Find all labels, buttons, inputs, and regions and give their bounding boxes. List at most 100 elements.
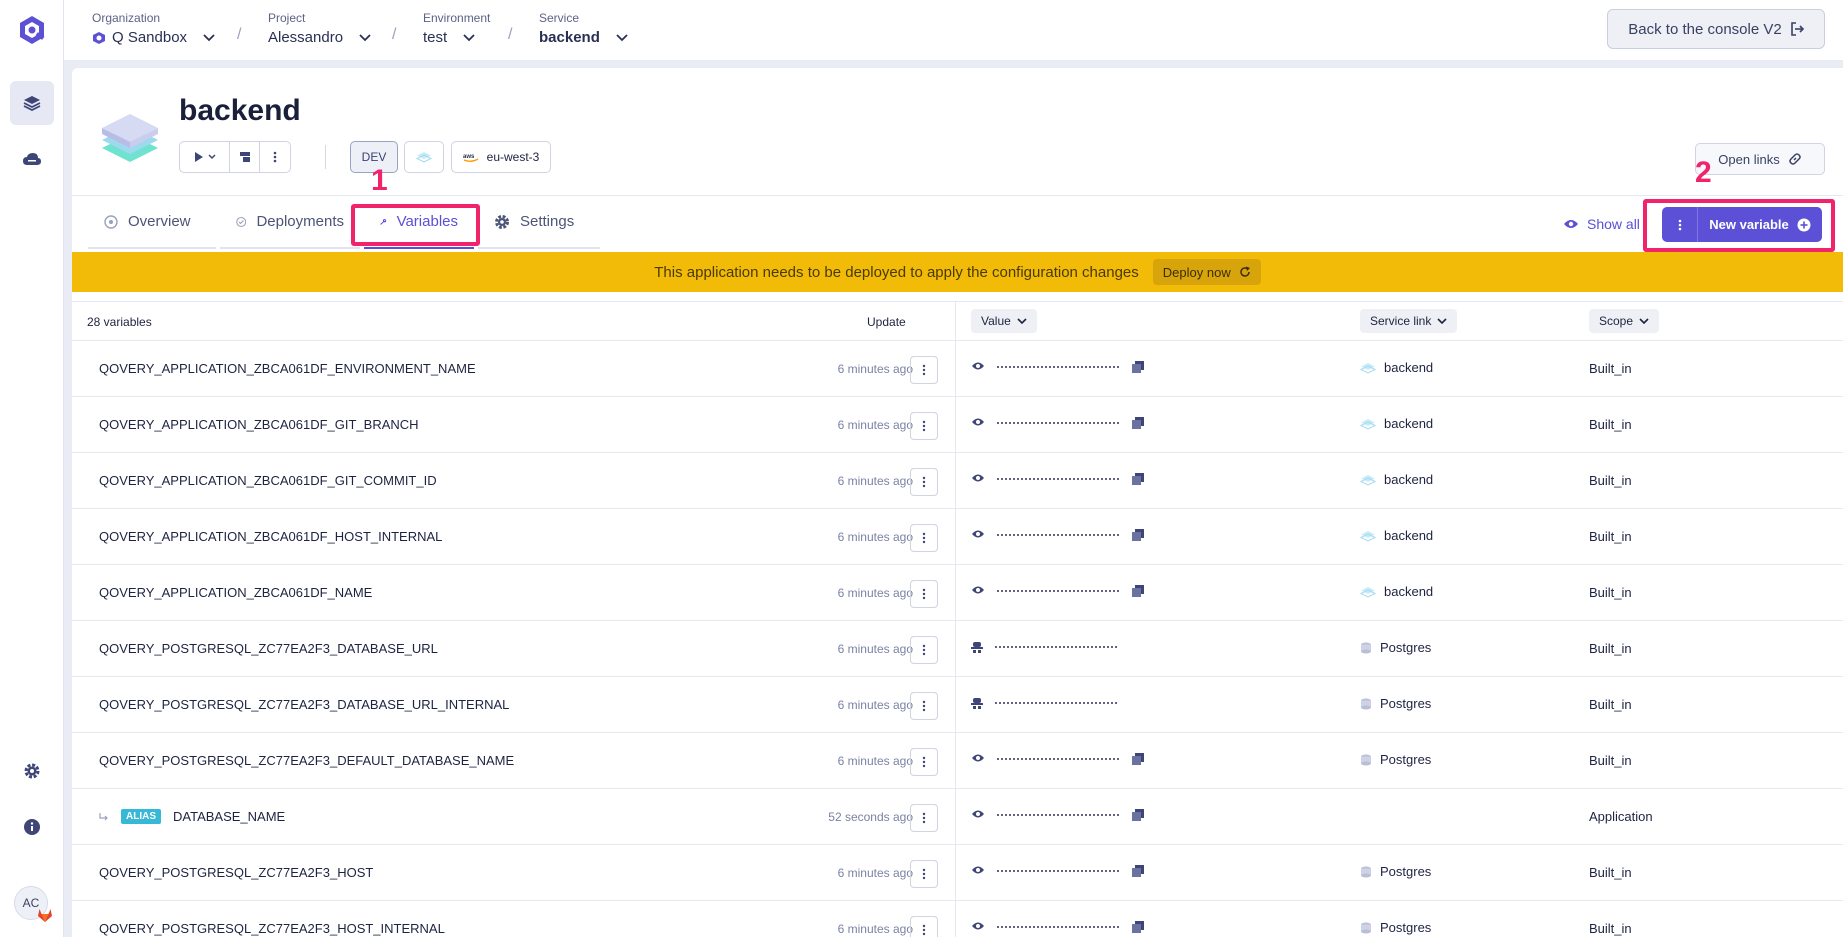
deploy-button[interactable]: [180, 142, 230, 172]
masked-value: [996, 814, 1121, 816]
copy-icon[interactable]: [1132, 361, 1144, 373]
row-menu-button[interactable]: [910, 804, 938, 832]
plus-circle-icon: [1797, 218, 1811, 231]
copy-icon[interactable]: [1132, 753, 1144, 765]
new-variable-button[interactable]: New variable: [1698, 207, 1822, 242]
table-row[interactable]: QOVERY_POSTGRESQL_ZC77EA2F3_DEFAULT_DATA…: [72, 733, 1843, 789]
service-link[interactable]: Postgres: [1360, 640, 1431, 655]
breadcrumb-value: test: [423, 29, 448, 46]
masked-value: [996, 758, 1121, 760]
service-link[interactable]: Postgres: [1360, 696, 1431, 711]
eye-icon[interactable]: [971, 809, 985, 819]
environment-mode-label: DEV: [361, 150, 387, 164]
copy-icon[interactable]: [1132, 809, 1144, 821]
new-variable-menu-button[interactable]: [1662, 207, 1698, 242]
service-link[interactable]: backend: [1360, 472, 1433, 487]
copy-icon[interactable]: [1132, 529, 1144, 541]
row-menu-button[interactable]: [910, 356, 938, 384]
row-menu-button[interactable]: [910, 748, 938, 776]
chevron-down-icon: [463, 33, 475, 41]
copy-icon[interactable]: [1132, 865, 1144, 877]
sidebar-item-clusters[interactable]: [10, 137, 54, 181]
avatar[interactable]: AC: [14, 886, 52, 922]
back-to-console-button[interactable]: Back to the console V2: [1607, 9, 1825, 49]
row-menu-button[interactable]: [910, 524, 938, 552]
breadcrumb-environment[interactable]: Environment test: [423, 11, 490, 46]
breadcrumb-organization[interactable]: Organization Q Sandbox: [92, 11, 215, 46]
service-link[interactable]: backend: [1360, 416, 1433, 431]
logs-button[interactable]: [230, 142, 260, 172]
copy-icon[interactable]: [1132, 585, 1144, 597]
masked-value: [994, 646, 1119, 648]
eye-icon[interactable]: [971, 865, 985, 875]
row-menu-button[interactable]: [910, 412, 938, 440]
service-link[interactable]: backend: [1360, 584, 1433, 599]
qovery-logo-icon[interactable]: [16, 14, 48, 46]
more-actions-button[interactable]: [260, 142, 290, 172]
row-menu-button[interactable]: [910, 636, 938, 664]
more-vertical-icon: [922, 532, 926, 544]
column-header-service-link[interactable]: Service link: [1360, 309, 1458, 333]
service-link[interactable]: Postgres: [1360, 864, 1431, 879]
row-menu-button[interactable]: [910, 692, 938, 720]
table-row[interactable]: ALIAS DATABASE_NAME 52 seconds ago Appli…: [72, 789, 1843, 845]
eye-icon[interactable]: [971, 529, 985, 539]
breadcrumb-label: Service: [539, 11, 580, 25]
eye-icon[interactable]: [971, 921, 985, 931]
deploy-now-label: Deploy now: [1162, 264, 1231, 280]
service-link[interactable]: Postgres: [1360, 920, 1431, 935]
row-menu-button[interactable]: [910, 468, 938, 496]
updated-time: 6 minutes ago: [837, 586, 913, 600]
service-link[interactable]: backend: [1360, 528, 1433, 543]
table-row[interactable]: QOVERY_APPLICATION_ZBCA061DF_ENVIRONMENT…: [72, 341, 1843, 397]
table-row[interactable]: QOVERY_POSTGRESQL_ZC77EA2F3_DATABASE_URL…: [72, 621, 1843, 677]
more-vertical-icon: [922, 924, 926, 936]
row-menu-button[interactable]: [910, 916, 938, 937]
table-row[interactable]: QOVERY_POSTGRESQL_ZC77EA2F3_HOST 6 minut…: [72, 845, 1843, 901]
column-header-value[interactable]: Value: [971, 309, 1037, 333]
service-link[interactable]: Postgres: [1360, 752, 1431, 767]
copy-icon[interactable]: [1132, 417, 1144, 429]
column-header-scope[interactable]: Scope: [1589, 309, 1660, 333]
eye-icon[interactable]: [971, 417, 985, 427]
eye-icon[interactable]: [971, 473, 985, 483]
cloud-icon: [23, 153, 41, 165]
table-row[interactable]: QOVERY_APPLICATION_ZBCA061DF_GIT_COMMIT_…: [72, 453, 1843, 509]
breadcrumb-label: Environment: [423, 11, 491, 25]
service-name: Postgres: [1380, 696, 1432, 711]
updated-time: 6 minutes ago: [837, 754, 913, 768]
row-menu-button[interactable]: [910, 580, 938, 608]
variable-scope: Built_in: [1589, 921, 1632, 936]
open-links-button[interactable]: Open links: [1695, 143, 1825, 175]
show-all-button[interactable]: Show all: [1563, 216, 1640, 232]
table-row[interactable]: QOVERY_POSTGRESQL_ZC77EA2F3_DATABASE_URL…: [72, 677, 1843, 733]
more-vertical-icon: [922, 644, 926, 656]
table-row[interactable]: QOVERY_APPLICATION_ZBCA061DF_NAME 6 minu…: [72, 565, 1843, 621]
table-row[interactable]: QOVERY_POSTGRESQL_ZC77EA2F3_HOST_INTERNA…: [72, 901, 1843, 937]
tab-deployments[interactable]: Deployments: [220, 196, 360, 249]
eye-icon[interactable]: [971, 361, 985, 371]
deploy-now-button[interactable]: Deploy now: [1152, 259, 1261, 285]
application-small-icon: [1360, 474, 1376, 486]
service-name: backend: [1384, 528, 1434, 543]
terminal-icon: [239, 152, 250, 162]
breadcrumb-service[interactable]: Service backend: [539, 11, 628, 46]
eye-icon[interactable]: [971, 585, 985, 595]
service-link[interactable]: backend: [1360, 360, 1433, 375]
new-variable-split-button: New variable: [1662, 207, 1822, 242]
sidebar-item-services[interactable]: [10, 81, 54, 125]
sidebar-item-info[interactable]: [10, 805, 54, 849]
row-menu-button[interactable]: [910, 860, 938, 888]
eye-icon[interactable]: [971, 753, 985, 763]
tab-overview[interactable]: Overview: [88, 196, 216, 249]
table-row[interactable]: QOVERY_APPLICATION_ZBCA061DF_HOST_INTERN…: [72, 509, 1843, 565]
breadcrumb-project[interactable]: Project Alessandro: [268, 11, 371, 46]
table-row[interactable]: QOVERY_APPLICATION_ZBCA061DF_GIT_BRANCH …: [72, 397, 1843, 453]
updated-time: 6 minutes ago: [837, 922, 913, 936]
copy-icon[interactable]: [1132, 473, 1144, 485]
copy-icon[interactable]: [1132, 921, 1144, 933]
tab-settings[interactable]: Settings: [478, 196, 600, 249]
tab-label: Deployments: [256, 213, 344, 230]
variable-name: QOVERY_POSTGRESQL_ZC77EA2F3_DATABASE_URL: [99, 641, 438, 656]
sidebar-item-settings[interactable]: [10, 749, 54, 793]
